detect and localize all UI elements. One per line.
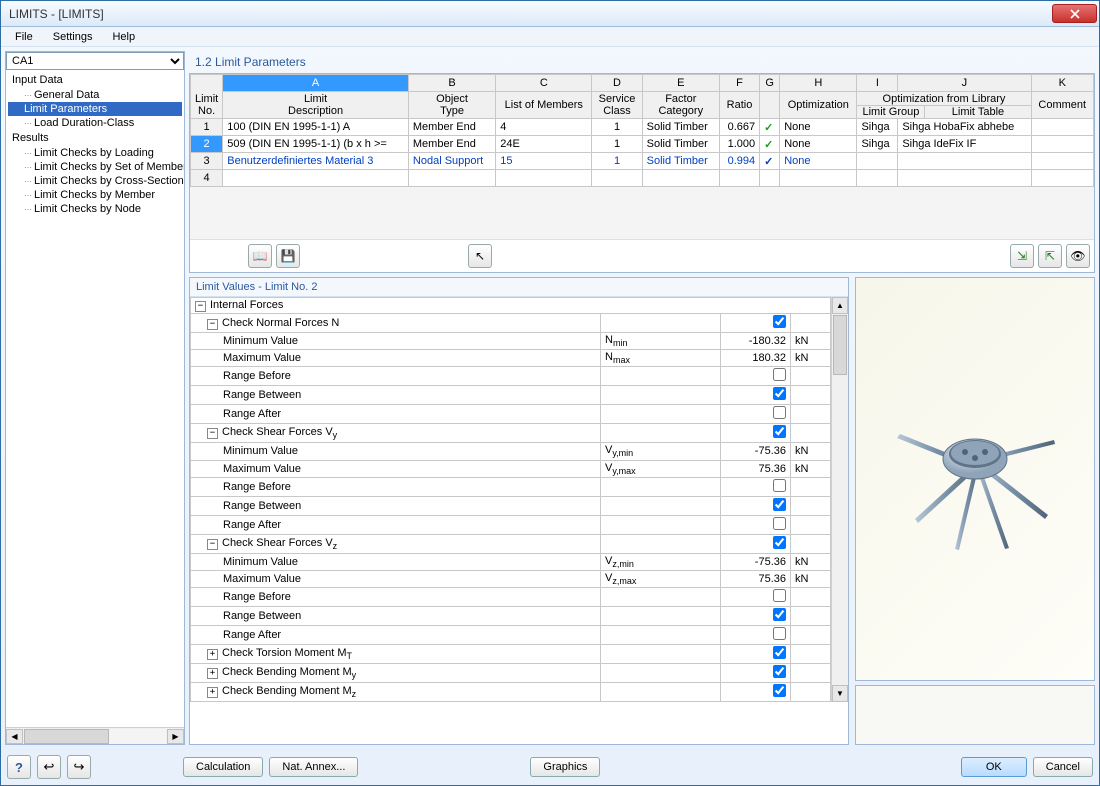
- detail-table: −Internal Forces −Check Normal Forces N …: [190, 297, 831, 702]
- export-excel-button[interactable]: ⇲: [1010, 244, 1034, 268]
- expand-icon[interactable]: +: [207, 668, 218, 679]
- preview-3d[interactable]: [855, 277, 1095, 681]
- tree-results[interactable]: Results: [8, 130, 182, 146]
- close-button[interactable]: [1052, 4, 1097, 23]
- tree-checks-loading[interactable]: Limit Checks by Loading: [8, 146, 182, 160]
- check-icon: ✓: [760, 136, 780, 153]
- cancel-button[interactable]: Cancel: [1033, 757, 1093, 777]
- col-B[interactable]: B: [408, 75, 495, 92]
- help-icon: ?: [15, 760, 23, 775]
- sidebar: CA1 Input Data General Data Limit Parame…: [5, 51, 185, 745]
- collapse-icon[interactable]: −: [207, 319, 218, 330]
- tree-limit-parameters[interactable]: Limit Parameters: [8, 102, 182, 116]
- col-I[interactable]: I: [857, 75, 898, 92]
- check-vy-checkbox[interactable]: [773, 425, 786, 438]
- col-C[interactable]: C: [496, 75, 592, 92]
- save-button[interactable]: 💾: [276, 244, 300, 268]
- col-A[interactable]: A: [223, 75, 409, 92]
- collapse-icon[interactable]: −: [195, 301, 206, 312]
- vy-range-after-checkbox[interactable]: [773, 517, 786, 530]
- tree-general-data[interactable]: General Data: [8, 88, 182, 102]
- menubar: File Settings Help: [1, 27, 1099, 47]
- check-icon: ✓: [760, 119, 780, 136]
- table-row[interactable]: 3 Benutzerdefiniertes Material 3 Nodal S…: [191, 153, 1094, 170]
- table-row[interactable]: 1 100 (DIN EN 1995-1-1) A Member End 4 1…: [191, 119, 1094, 136]
- next-button[interactable]: ↪: [67, 755, 91, 779]
- cursor-icon: ↖: [475, 249, 485, 263]
- arrow-right-icon: ↪: [74, 759, 85, 775]
- titlebar: LIMITS - [LIMITS]: [1, 1, 1099, 27]
- tree-load-duration[interactable]: Load Duration-Class: [8, 116, 182, 130]
- tree-input-data[interactable]: Input Data: [8, 72, 182, 88]
- footer: ? ↩ ↪ Calculation Nat. Annex... Graphics…: [1, 749, 1099, 785]
- check-icon: [760, 170, 780, 187]
- tree-checks-set[interactable]: Limit Checks by Set of Members: [8, 160, 182, 174]
- col-H[interactable]: H: [780, 75, 857, 92]
- expand-icon[interactable]: +: [207, 687, 218, 698]
- graphics-button[interactable]: Graphics: [530, 757, 600, 777]
- section-title: 1.2 Limit Parameters: [189, 51, 1095, 73]
- vy-range-before-checkbox[interactable]: [773, 479, 786, 492]
- import-excel-button[interactable]: ⇱: [1038, 244, 1062, 268]
- limit-values-panel: Limit Values - Limit No. 2 −Internal For…: [189, 277, 849, 745]
- nav-tree: Input Data General Data Limit Parameters…: [6, 70, 184, 727]
- library-button[interactable]: 📖: [248, 244, 272, 268]
- check-vz-checkbox[interactable]: [773, 536, 786, 549]
- main-window: LIMITS - [LIMITS] File Settings Help CA1…: [0, 0, 1100, 786]
- check-mt-checkbox[interactable]: [773, 646, 786, 659]
- window-title: LIMITS - [LIMITS]: [9, 7, 1052, 21]
- col-D[interactable]: D: [592, 75, 642, 92]
- case-select[interactable]: CA1: [6, 52, 184, 70]
- n-range-between-checkbox[interactable]: [773, 387, 786, 400]
- menu-help[interactable]: Help: [104, 29, 143, 45]
- pick-button[interactable]: ↖: [468, 244, 492, 268]
- book-icon: 📖: [253, 249, 268, 263]
- detail-title: Limit Values - Limit No. 2: [190, 278, 848, 297]
- n-range-after-checkbox[interactable]: [773, 406, 786, 419]
- tree-checks-member[interactable]: Limit Checks by Member: [8, 188, 182, 202]
- ok-button[interactable]: OK: [961, 757, 1027, 777]
- table-row[interactable]: 2 509 (DIN EN 1995-1-1) (b x h >= Member…: [191, 136, 1094, 153]
- col-J[interactable]: J: [898, 75, 1031, 92]
- check-icon: ✓: [760, 153, 780, 170]
- main-area: 1.2 Limit Parameters LimitNo. A B C D E …: [189, 51, 1095, 745]
- excel-export-icon: ⇲: [1017, 249, 1027, 263]
- expand-icon[interactable]: +: [207, 649, 218, 660]
- vy-range-between-checkbox[interactable]: [773, 498, 786, 511]
- view-button[interactable]: 👁: [1066, 244, 1090, 268]
- grid-toolbar: 📖 💾 ↖ ⇲ ⇱ 👁: [190, 239, 1094, 272]
- col-G[interactable]: G: [760, 75, 780, 92]
- preview-info: [855, 685, 1095, 745]
- prev-button[interactable]: ↩: [37, 755, 61, 779]
- tree-checks-cs[interactable]: Limit Checks by Cross-Section: [8, 174, 182, 188]
- eye-icon: 👁: [1070, 249, 1085, 263]
- col-E[interactable]: E: [642, 75, 719, 92]
- menu-file[interactable]: File: [7, 29, 41, 45]
- collapse-icon[interactable]: −: [207, 539, 218, 550]
- nat-annex-button[interactable]: Nat. Annex...: [269, 757, 358, 777]
- sidebar-hscroll[interactable]: ◀▶: [6, 727, 184, 744]
- preview-column: [855, 277, 1095, 745]
- parameters-grid: LimitNo. A B C D E F G H I J K Lim: [189, 73, 1095, 273]
- tree-checks-node[interactable]: Limit Checks by Node: [8, 202, 182, 216]
- table-row[interactable]: 4: [191, 170, 1094, 187]
- vz-range-after-checkbox[interactable]: [773, 627, 786, 640]
- detail-vscroll[interactable]: ▲▼: [831, 297, 848, 702]
- calculation-button[interactable]: Calculation: [183, 757, 263, 777]
- arrow-left-icon: ↩: [44, 759, 55, 775]
- vz-range-between-checkbox[interactable]: [773, 608, 786, 621]
- collapse-icon[interactable]: −: [207, 428, 218, 439]
- excel-import-icon: ⇱: [1045, 249, 1055, 263]
- connector-render-icon: [875, 379, 1075, 579]
- menu-settings[interactable]: Settings: [45, 29, 101, 45]
- n-range-before-checkbox[interactable]: [773, 368, 786, 381]
- col-K[interactable]: K: [1031, 75, 1094, 92]
- col-F[interactable]: F: [719, 75, 759, 92]
- check-my-checkbox[interactable]: [773, 665, 786, 678]
- check-mz-checkbox[interactable]: [773, 684, 786, 697]
- disk-icon: 💾: [281, 249, 296, 263]
- vz-range-before-checkbox[interactable]: [773, 589, 786, 602]
- check-n-checkbox[interactable]: [773, 315, 786, 328]
- help-button[interactable]: ?: [7, 755, 31, 779]
